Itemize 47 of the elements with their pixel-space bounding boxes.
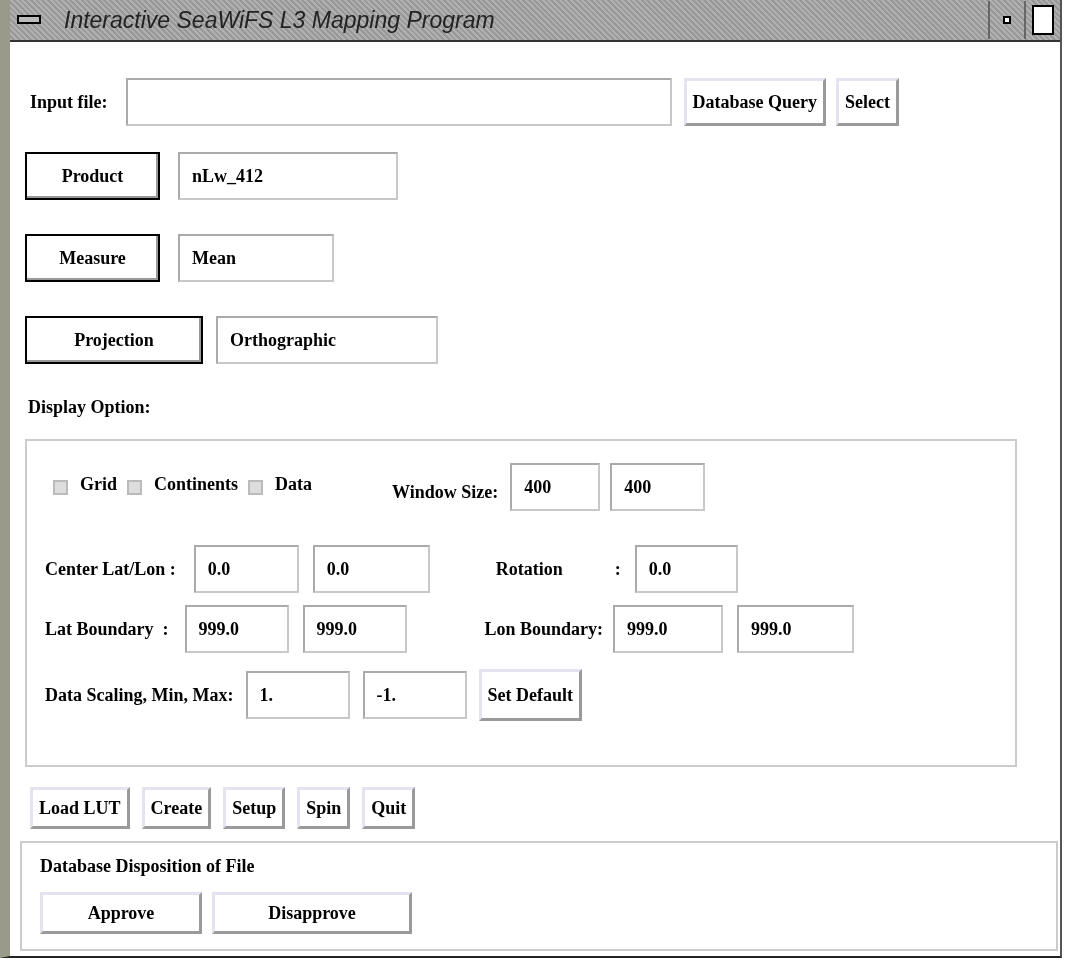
value-field[interactable]: Orthographic — [216, 316, 438, 364]
checkbox-label: Grid — [80, 472, 117, 496]
action-button[interactable]: Setup — [223, 787, 286, 829]
window-size-field[interactable]: 400 — [510, 463, 601, 511]
center-field[interactable]: 0.0 — [193, 545, 299, 593]
lat-boundary-label: Lat Boundary : — [45, 617, 169, 641]
value-field[interactable]: nLw_412 — [178, 152, 398, 200]
lon-boundary-field[interactable]: 999.0 — [737, 605, 855, 653]
value-field[interactable]: Mean — [178, 234, 334, 282]
lon-boundary-field[interactable]: 999.0 — [613, 605, 724, 653]
action-button[interactable]: Quit — [362, 787, 416, 829]
action-button[interactable]: Load LUT — [30, 787, 130, 829]
checkbox[interactable] — [53, 479, 68, 495]
bar-icon — [17, 15, 41, 25]
lat-boundary-field[interactable]: 999.0 — [302, 605, 407, 653]
checkbox[interactable] — [248, 479, 264, 495]
square-icon — [1032, 5, 1054, 35]
rotation-field[interactable]: 0.0 — [634, 545, 738, 593]
window-title: Interactive SeaWiFS L3 Mapping Program — [64, 5, 496, 35]
approve-button[interactable]: Approve — [40, 892, 202, 934]
set-default-button[interactable]: Set Default — [478, 669, 582, 721]
option-button[interactable]: Measure — [25, 234, 160, 282]
database-query-button[interactable]: Database Query — [683, 78, 826, 126]
data-scaling-field[interactable]: -1. — [362, 671, 467, 719]
data-scaling-field[interactable]: 1. — [245, 671, 350, 719]
lat-boundary-field[interactable]: 999.0 — [184, 605, 289, 653]
display-option-label: Display Option: — [28, 396, 152, 419]
window-size-field[interactable]: 400 — [610, 463, 706, 511]
checkbox[interactable] — [127, 479, 142, 495]
center-field[interactable]: 0.0 — [312, 545, 430, 593]
rotation-label: Rotation — [495, 557, 563, 581]
select-button[interactable]: Select — [836, 78, 899, 126]
checkbox-label: Data — [275, 472, 313, 496]
data-scaling-label: Data Scaling, Min, Max: — [45, 683, 234, 707]
disposition-title: Database Disposition of File — [40, 855, 256, 878]
option-button[interactable]: Projection — [25, 316, 203, 364]
option-button[interactable]: Product — [25, 152, 160, 200]
center-lat-lon-label: Center Lat/Lon : — [45, 557, 176, 581]
lon-boundary-label: Lon Boundary: — [484, 617, 604, 641]
input-file-field[interactable] — [125, 78, 672, 126]
input-file-label: Input file: — [30, 90, 108, 114]
action-button[interactable]: Create — [141, 787, 212, 829]
checkbox-label: Continents — [154, 472, 239, 496]
separator-text: : — [614, 557, 621, 581]
disapprove-button[interactable]: Disapprove — [212, 892, 412, 934]
window-size-label: Window Size: — [392, 480, 499, 504]
action-button[interactable]: Spin — [297, 787, 351, 829]
